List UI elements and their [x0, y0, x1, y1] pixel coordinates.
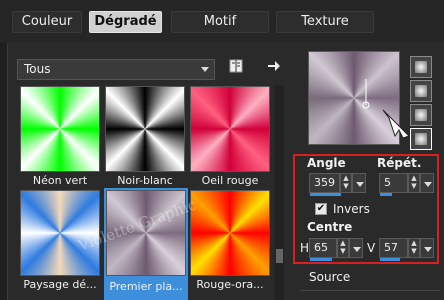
- gradient-thumbnail: [190, 86, 270, 172]
- gradient-thumbnail: [105, 86, 185, 172]
- repeat-stepper[interactable]: ▲ ▼: [408, 173, 420, 193]
- angle-value: 359: [314, 176, 335, 189]
- h-value: 65: [314, 241, 328, 254]
- h-dropdown-button[interactable]: [349, 238, 363, 258]
- repeat-dropdown-button[interactable]: [420, 173, 434, 193]
- tab-couleur[interactable]: Couleur: [12, 11, 82, 33]
- style-sunburst-button[interactable]: [410, 104, 432, 126]
- style-radial-button[interactable]: [410, 128, 432, 150]
- v-label: V: [367, 241, 376, 255]
- gradient-label: Premier pla...: [109, 280, 183, 293]
- tab-motif[interactable]: Motif: [171, 11, 269, 33]
- tab-degrade[interactable]: Dégradé: [89, 11, 162, 33]
- style-icon: [415, 133, 427, 145]
- gradient-label: Noir-blanc: [117, 174, 173, 187]
- style-rectangular-button[interactable]: [410, 80, 432, 102]
- tab-texture[interactable]: Texture: [276, 11, 374, 33]
- gradient-thumbnail: [190, 190, 270, 276]
- scrollbar[interactable]: [275, 85, 284, 300]
- h-label: H: [300, 241, 310, 255]
- angle-label: Angle: [307, 156, 346, 170]
- style-linear-button[interactable]: [410, 56, 432, 78]
- style-icon: [415, 109, 427, 121]
- tab-bar: Couleur Dégradé Motif Texture: [0, 0, 444, 43]
- angle-level-bar: [310, 193, 341, 196]
- angle-input[interactable]: 359: [309, 173, 341, 196]
- pointer-arrow-icon: [382, 109, 410, 139]
- angle-dropdown-button[interactable]: [352, 173, 366, 193]
- category-dropdown[interactable]: Tous: [17, 59, 215, 80]
- scrollbar-thumb[interactable]: [276, 249, 283, 263]
- repeat-level-bar: [380, 193, 392, 196]
- center-h-input[interactable]: 65: [309, 238, 337, 261]
- gradient-item-rouge-orange[interactable]: Rouge-ora...: [190, 190, 272, 291]
- invert-checkbox[interactable]: ✔: [315, 203, 327, 215]
- gradient-label: Paysage dé...: [23, 278, 97, 291]
- arrow-right-icon[interactable]: [266, 58, 282, 74]
- h-level-bar: [310, 258, 332, 261]
- gradient-thumbnail: [20, 86, 100, 172]
- category-dropdown-value: Tous: [24, 62, 51, 76]
- chevron-down-icon: [201, 67, 209, 72]
- repeat-input[interactable]: 5: [379, 173, 408, 196]
- gradient-item-neon-vert[interactable]: Néon vert: [20, 86, 102, 187]
- source-label: Source: [309, 270, 351, 284]
- v-value: 57: [384, 241, 398, 254]
- gradient-label: Rouge-ora...: [196, 278, 264, 291]
- invert-label: Invers: [333, 202, 370, 216]
- source-fields-cutoff: [300, 290, 440, 300]
- gradient-item-oeil-rouge[interactable]: Oeil rouge: [190, 86, 272, 187]
- repeat-label: Répét.: [377, 156, 422, 170]
- style-icon: [415, 61, 427, 73]
- h-stepper[interactable]: ▲ ▼: [337, 238, 349, 258]
- center-v-input[interactable]: 57: [379, 238, 408, 261]
- repeat-value: 5: [384, 176, 391, 189]
- v-stepper[interactable]: ▲ ▼: [408, 238, 420, 258]
- gradient-label: Oeil rouge: [201, 174, 259, 187]
- v-dropdown-button[interactable]: [420, 238, 434, 258]
- v-level-bar: [380, 258, 400, 261]
- style-icon: [415, 85, 427, 97]
- angle-stepper[interactable]: ▲ ▼: [340, 173, 352, 193]
- gradient-label: Néon vert: [32, 174, 88, 187]
- gradient-item-noir-blanc[interactable]: Noir-blanc: [105, 86, 187, 187]
- book-icon[interactable]: [228, 58, 244, 74]
- center-label: Centre: [307, 220, 353, 234]
